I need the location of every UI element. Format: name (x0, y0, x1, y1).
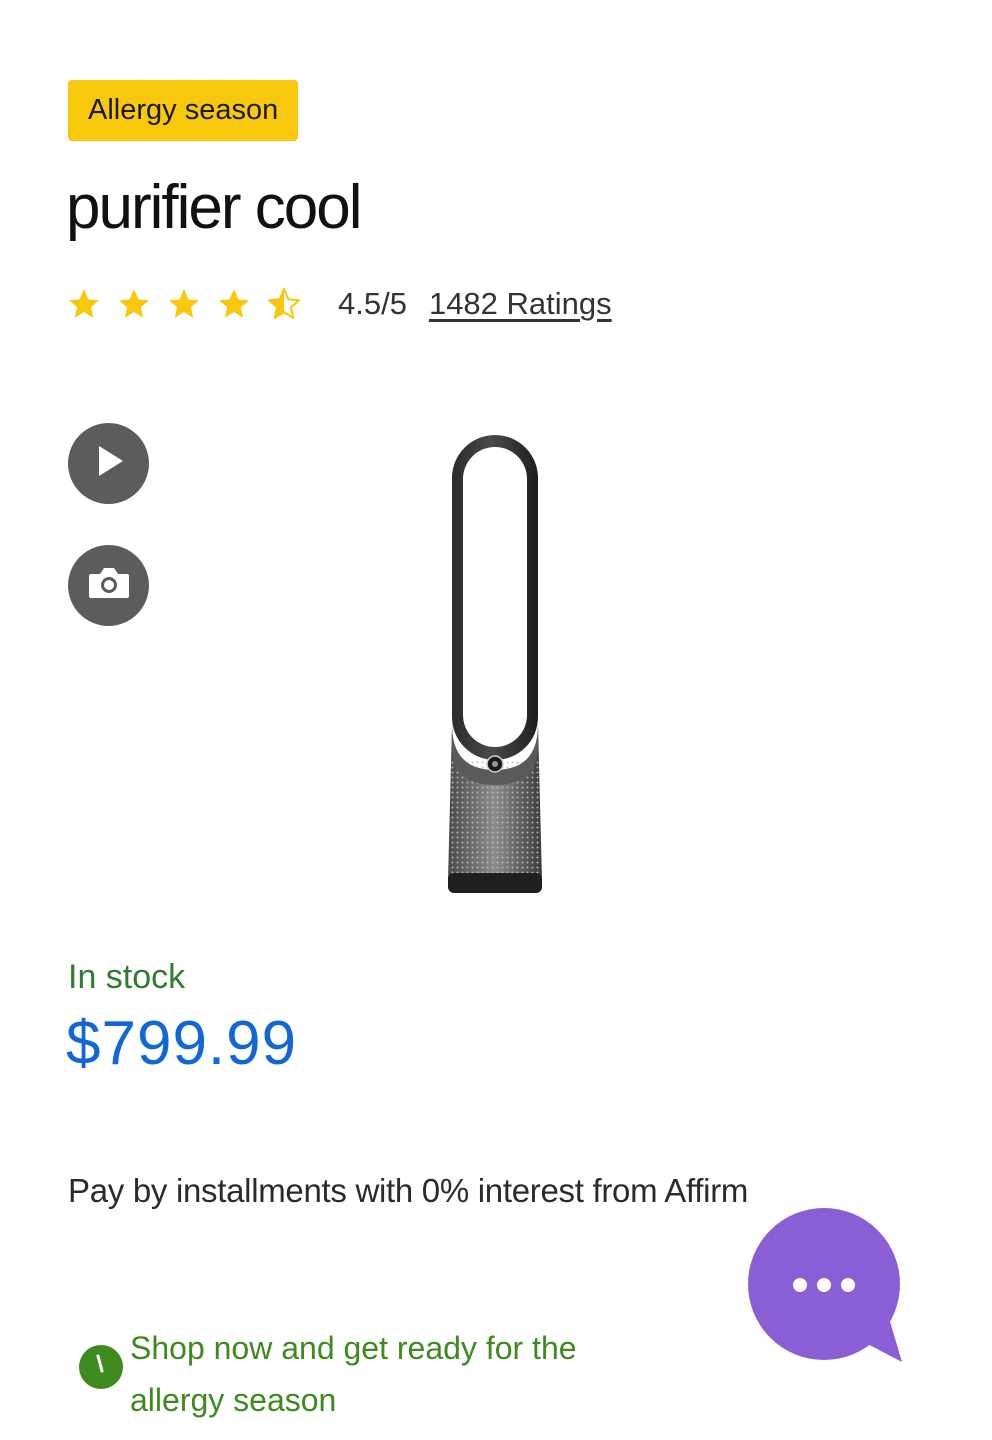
stock-status: In stock (68, 958, 186, 996)
product-title: purifier cool (66, 173, 362, 242)
star-half-icon (266, 286, 302, 322)
ratings-count-link[interactable]: 1482 Ratings (429, 286, 612, 322)
play-icon (89, 441, 129, 486)
rating-summary: 4.5/5 1482 Ratings (66, 276, 612, 332)
rating-score: 4.5/5 (338, 286, 407, 321)
affirm-financing-text: Pay by installments with 0% interest fro… (68, 1172, 749, 1209)
promo-badge-label: Allergy season (88, 94, 279, 126)
promo-text: Shop now and get ready for the allergy s… (130, 1330, 577, 1418)
view-photos-button[interactable] (68, 545, 149, 626)
star-full-icon (166, 286, 202, 322)
chat-button[interactable] (746, 1208, 906, 1364)
tower-purifier-fan-image (430, 425, 560, 900)
promo-message: Shop now and get ready for the allergy s… (78, 1322, 590, 1426)
clock-icon (78, 1344, 124, 1390)
chat-bubble-icon (746, 1208, 906, 1368)
play-video-button[interactable] (68, 423, 149, 504)
star-full-icon (116, 286, 152, 322)
star-full-icon (216, 286, 252, 322)
star-full-icon (66, 286, 102, 322)
camera-icon (87, 565, 131, 606)
product-price: $799.99 (66, 1009, 298, 1078)
star-rating (66, 286, 302, 322)
promo-badge: Allergy season (68, 80, 299, 141)
